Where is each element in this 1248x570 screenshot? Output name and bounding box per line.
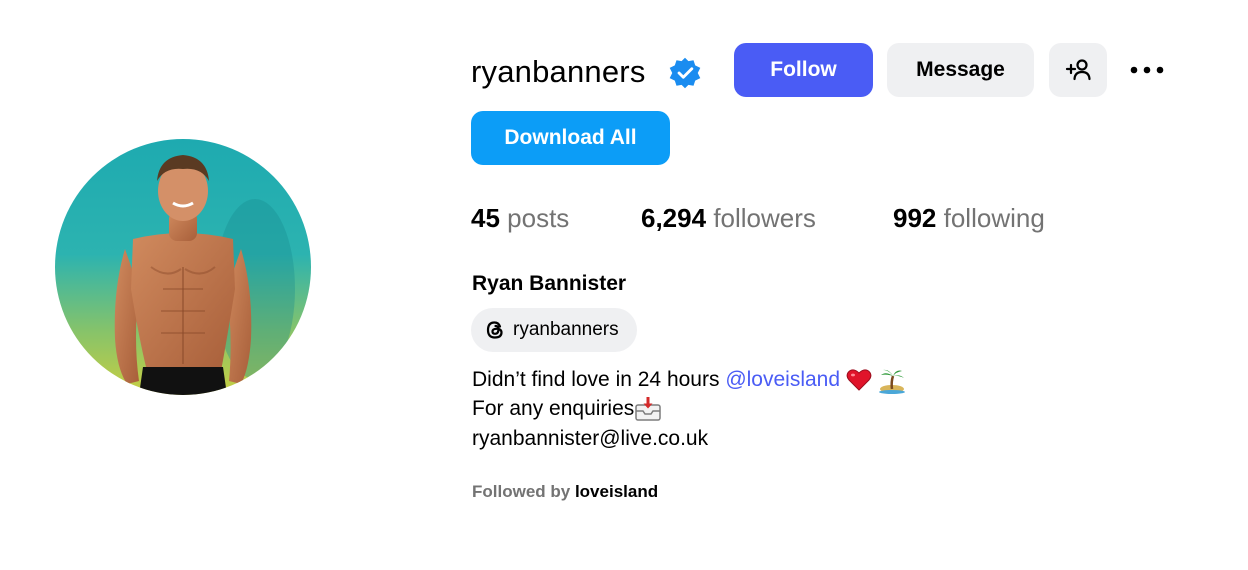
threads-handle: ryanbanners: [513, 319, 619, 340]
posts-stat: 45 posts: [471, 200, 569, 236]
username: ryanbanners: [471, 54, 646, 89]
bio-line-3: ryanbannister@live.co.uk: [472, 427, 709, 450]
suggest-users-button[interactable]: [1049, 43, 1107, 97]
profile-avatar[interactable]: [55, 139, 311, 395]
following-label: following: [943, 203, 1045, 233]
heart-emoji: [846, 369, 872, 392]
following-count: 992: [893, 203, 937, 233]
message-button[interactable]: Message: [887, 43, 1034, 97]
full-name: Ryan Bannister: [472, 272, 627, 295]
profile-page: ryanbanners Follow Message Download All …: [0, 0, 1248, 570]
person-add-icon: [1065, 59, 1091, 81]
followed-by-user: loveisland: [574, 482, 659, 501]
following-stat[interactable]: 992 following: [893, 200, 1045, 236]
bio-text-1: Didn’t find love in 24 hours: [472, 368, 726, 391]
followed-by-prefix: Followed by: [472, 482, 575, 501]
more-options-button[interactable]: [1120, 43, 1174, 97]
avatar-image: [55, 139, 311, 395]
posts-count: 45: [471, 203, 500, 233]
bio-line-1: Didn’t find love in 24 hours @loveisland: [472, 365, 906, 395]
followers-stat[interactable]: 6,294 followers: [641, 200, 816, 236]
bio-text-2: For any enquiries: [472, 397, 635, 420]
verified-badge-icon: [669, 57, 701, 89]
bio-mention-link[interactable]: @loveisland: [725, 368, 840, 391]
followed-by[interactable]: Followed by loveisland: [472, 480, 658, 504]
inbox-tray-emoji: [635, 397, 661, 422]
threads-link[interactable]: ryanbanners: [471, 308, 637, 352]
download-all-button[interactable]: Download All: [471, 111, 670, 165]
follow-button[interactable]: Follow: [734, 43, 873, 97]
threads-icon: [486, 321, 503, 339]
island-emoji: [878, 370, 905, 395]
bio-line-2: For any enquiries: [472, 394, 662, 424]
more-horizontal-icon: [1130, 66, 1164, 74]
followers-label: followers: [713, 203, 816, 233]
followers-count: 6,294: [641, 203, 707, 233]
posts-label: posts: [507, 203, 570, 233]
